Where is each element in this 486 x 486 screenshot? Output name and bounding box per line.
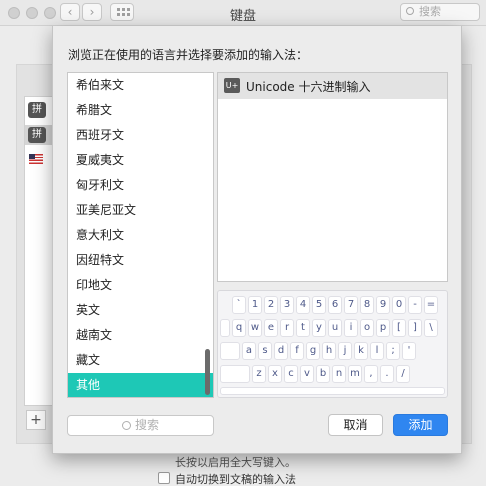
language-list[interactable]: 希伯来文 希腊文 西班牙文 夏威夷文 匈牙利文 亚美尼亚文 意大利文 因纽特文 …	[67, 72, 214, 398]
language-item[interactable]: 越南文	[68, 323, 213, 347]
keyboard-key: d	[274, 342, 288, 360]
keyboard-key: 3	[280, 296, 294, 314]
language-item[interactable]: 藏文	[68, 348, 213, 372]
keyboard-key: p	[376, 319, 390, 337]
unicode-input-icon: U+	[224, 78, 240, 93]
language-list-scrollbar[interactable]	[205, 349, 210, 395]
language-search-field[interactable]: 搜索	[67, 415, 214, 436]
keyboard-key: 4	[296, 296, 310, 314]
keyboard-key: u	[328, 319, 342, 337]
keyboard-key: /	[396, 365, 410, 383]
language-item[interactable]: 匈牙利文	[68, 173, 213, 197]
search-icon	[406, 7, 414, 15]
window-search-placeholder: 搜索	[419, 5, 441, 18]
keyboard-key: \	[424, 319, 438, 337]
keyboard-key: n	[332, 365, 346, 383]
keyboard-key: v	[300, 365, 314, 383]
keyboard-key: q	[232, 319, 246, 337]
language-item[interactable]: 意大利文	[68, 223, 213, 247]
keyboard-modifier-key	[220, 319, 230, 337]
keyboard-key: g	[306, 342, 320, 360]
language-item-selected[interactable]: 其他	[68, 373, 213, 397]
keyboard-key: s	[258, 342, 272, 360]
keyboard-key: j	[338, 342, 352, 360]
pinyin-icon: 拼	[28, 127, 46, 143]
keyboard-key: x	[268, 365, 282, 383]
auto-switch-label: 自动切换到文稿的输入法	[175, 473, 296, 486]
language-item[interactable]: 西班牙文	[68, 123, 213, 147]
keyboard-key: c	[284, 365, 298, 383]
caps-hint-text: 长按以启用全大写键入。	[175, 456, 296, 469]
language-search-placeholder: 搜索	[134, 418, 159, 432]
keyboard-key: l	[370, 342, 384, 360]
auto-switch-checkbox[interactable]	[158, 472, 170, 484]
keyboard-key: ]	[408, 319, 422, 337]
keyboard-modifier-key	[220, 365, 250, 383]
keyboard-key: 5	[312, 296, 326, 314]
language-item[interactable]: 夏威夷文	[68, 148, 213, 172]
keyboard-key: r	[280, 319, 294, 337]
keyboard-key: e	[264, 319, 278, 337]
keyboard-key: 6	[328, 296, 342, 314]
us-flag-icon	[29, 154, 43, 164]
add-input-source-button[interactable]: +	[26, 410, 46, 430]
add-input-source-sheet: 浏览正在使用的语言并选择要添加的输入法： 希伯来文 希腊文 西班牙文 夏威夷文 …	[52, 26, 462, 454]
input-method-list[interactable]: U+ Unicode 十六进制输入	[217, 72, 448, 282]
window-titlebar: ‹ › 键盘 搜索	[0, 0, 486, 26]
keyboard-key: 8	[360, 296, 374, 314]
keyboard-key: h	[322, 342, 336, 360]
keyboard-key: '	[402, 342, 416, 360]
keyboard-key: m	[348, 365, 362, 383]
language-item[interactable]: 英文	[68, 298, 213, 322]
keyboard-key: ;	[386, 342, 400, 360]
keyboard-preview: ` 1 2 3 4 5 6 7 8 9 0- = q w e r t y u i o p[] \ a s d f g h j k l; ' z x c…	[217, 290, 448, 398]
keyboard-key: 1	[248, 296, 262, 314]
keyboard-key: [	[392, 319, 406, 337]
language-item[interactable]: 希伯来文	[68, 73, 213, 97]
keyboard-key: z	[252, 365, 266, 383]
language-item[interactable]: 亚美尼亚文	[68, 198, 213, 222]
input-method-label: Unicode 十六进制输入	[246, 80, 371, 94]
keyboard-key: .	[380, 365, 394, 383]
language-item[interactable]: 因纽特文	[68, 248, 213, 272]
keyboard-key: w	[248, 319, 262, 337]
keyboard-key: a	[242, 342, 256, 360]
keyboard-key: `	[232, 296, 246, 314]
keyboard-key: b	[316, 365, 330, 383]
keyboard-key: i	[344, 319, 358, 337]
keyboard-key: o	[360, 319, 374, 337]
cancel-button[interactable]: 取消	[328, 414, 383, 436]
pinyin-icon: 拼	[28, 102, 46, 118]
keyboard-key: =	[424, 296, 438, 314]
keyboard-key: ,	[364, 365, 378, 383]
search-icon	[121, 421, 131, 430]
input-method-row[interactable]: U+ Unicode 十六进制输入	[218, 73, 447, 99]
keyboard-key: k	[354, 342, 368, 360]
language-item[interactable]: 希腊文	[68, 98, 213, 122]
keyboard-key: 0	[392, 296, 406, 314]
keyboard-key: y	[312, 319, 326, 337]
keyboard-key: 2	[264, 296, 278, 314]
add-button[interactable]: 添加	[393, 414, 448, 436]
keyboard-modifier-key	[220, 342, 240, 360]
keyboard-key: -	[408, 296, 422, 314]
keyboard-key: 7	[344, 296, 358, 314]
language-item[interactable]: 印地文	[68, 273, 213, 297]
keyboard-key: 9	[376, 296, 390, 314]
keyboard-key: f	[290, 342, 304, 360]
sheet-prompt: 浏览正在使用的语言并选择要添加的输入法：	[68, 48, 309, 62]
keyboard-key: t	[296, 319, 310, 337]
window-search-field[interactable]: 搜索	[400, 3, 480, 21]
keyboard-space-row	[220, 387, 445, 395]
